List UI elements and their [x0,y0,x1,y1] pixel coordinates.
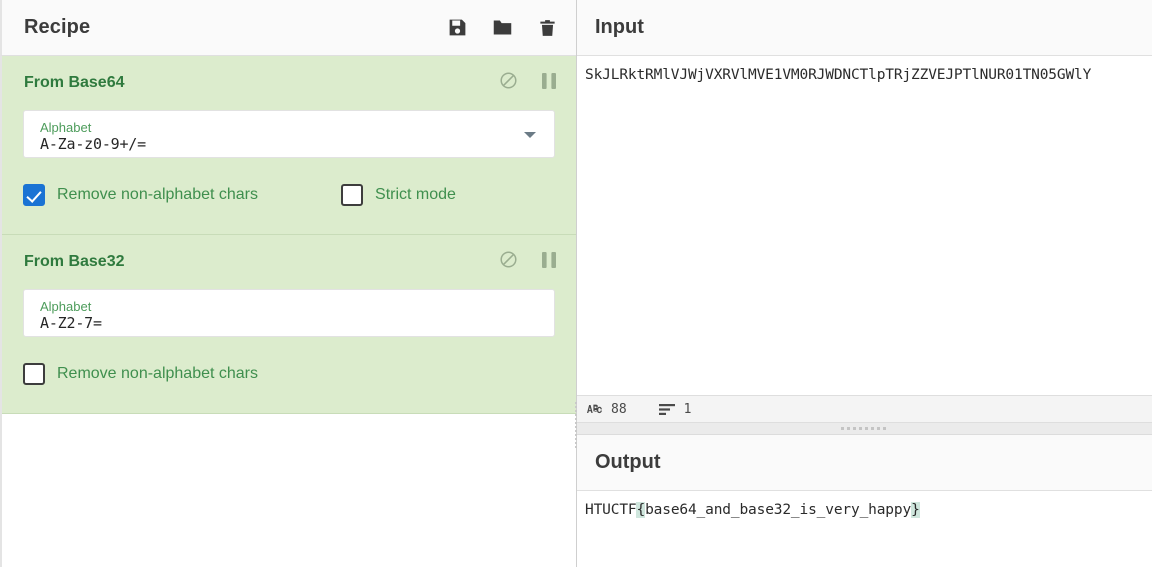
breakpoint-button[interactable] [539,72,558,94]
output-body: base64_and_base32_is_very_happy [645,502,912,518]
output-title: Output [595,451,661,473]
output-open-brace: { [636,502,646,518]
checkbox-box[interactable] [23,363,45,385]
operation-title: From Base32 [24,253,125,270]
checkbox-label: Remove non-alphabet chars [57,365,259,382]
alphabet-input-base32[interactable]: Alphabet A-Z2-7= [23,289,555,337]
recipe-operation-from-base32[interactable]: From Base32 Alphabet A-Z2-7= Remove non-… [2,235,576,414]
splitter-grip [840,427,889,430]
recipe-title-bar: Recipe [0,0,576,56]
input-length-value: 88 [611,401,627,417]
pause-icon [541,72,556,94]
page-title: Recipe [24,16,91,38]
checkbox-box[interactable] [23,184,45,206]
recipe-operation-from-base64[interactable]: From Base64 Alphabet A-Za-z0-9+/= Remove… [2,56,576,235]
output-close-brace: } [911,502,920,518]
pause-icon [541,251,556,273]
checkbox-remove-non-alphabet-chars-base32[interactable]: Remove non-alphabet chars [23,363,258,385]
recipe-io-splitter[interactable] [574,0,578,567]
operation-body: Alphabet A-Z2-7= Remove non-alphabet cha… [2,289,576,413]
input-section: Input SkJLRktRMlVJWjVXRVlMVE1VM0RJWDNCTl… [577,0,1152,423]
disable-operation-button[interactable] [499,71,518,95]
abc-icon [587,404,602,414]
checkbox-remove-non-alphabet-chars-base64[interactable]: Remove non-alphabet chars [23,184,258,206]
operation-controls [499,71,558,95]
folder-icon [491,17,514,38]
ban-icon [499,71,518,95]
breakpoint-button[interactable] [539,251,558,273]
operation-header: From Base64 [2,56,576,110]
input-title: Input [595,16,644,38]
operation-body: Alphabet A-Za-z0-9+/= Remove non-alphabe… [2,110,576,234]
input-output-splitter[interactable] [577,423,1152,435]
cyberchef-app: Recipe From Base64 Alphabet A-Za-z0-9+/=… [0,0,1152,567]
field-label: Alphabet [40,119,92,135]
lines-icon [658,403,675,415]
load-recipe-button[interactable] [491,16,513,40]
checkbox-label: Strict mode [375,186,456,203]
recipe-toolbar [446,16,558,40]
checkbox-strict-mode[interactable]: Strict mode [341,184,456,206]
trash-icon [538,17,557,39]
input-textarea[interactable]: SkJLRktRMlVJWjVXRVlMVE1VM0RJWDNCTlpTRjZZ… [577,56,1152,395]
chevron-down-icon[interactable] [524,132,536,138]
output-section: Output HTUCTF{base64_and_base32_is_very_… [577,435,1152,567]
operation-title: From Base64 [24,74,125,91]
checkbox-row: Remove non-alphabet chars Strict mode [23,158,555,234]
alphabet-value[interactable]: A-Za-z0-9+/= [40,135,542,154]
recipe-panel: Recipe From Base64 Alphabet A-Za-z0-9+/=… [0,0,577,567]
checkbox-row: Remove non-alphabet chars [23,337,555,413]
input-lines-value: 1 [683,401,692,417]
save-icon [447,17,468,38]
checkbox-box[interactable] [341,184,364,206]
input-title-bar: Input [577,0,1152,56]
operation-header: From Base32 [2,235,576,289]
disable-operation-button[interactable] [499,250,518,274]
save-recipe-button[interactable] [446,16,468,40]
input-value[interactable]: SkJLRktRMlVJWjVXRVlMVE1VM0RJWDNCTlpTRjZZ… [585,64,1152,86]
clear-recipe-button[interactable] [536,16,558,40]
ban-icon [499,250,518,274]
output-value: HTUCTF{base64_and_base32_is_very_happy} [585,499,1152,521]
checkbox-label: Remove non-alphabet chars [57,186,259,203]
input-lines-status: 1 [658,401,692,417]
io-panel: Input SkJLRktRMlVJWjVXRVlMVE1VM0RJWDNCTl… [577,0,1152,567]
operation-controls [499,250,558,274]
splitter-grip [575,402,577,448]
input-length-status: 88 [587,402,627,417]
alphabet-value[interactable]: A-Z2-7= [40,314,542,333]
input-status-bar: 88 1 [577,395,1152,423]
output-prefix: HTUCTF [585,502,637,518]
output-title-bar: Output [577,435,1152,491]
output-textarea[interactable]: HTUCTF{base64_and_base32_is_very_happy} [577,491,1152,567]
recipe-operation-list[interactable]: From Base64 Alphabet A-Za-z0-9+/= Remove… [0,56,576,567]
alphabet-dropdown-base64[interactable]: Alphabet A-Za-z0-9+/= [23,110,555,158]
field-label: Alphabet [40,298,92,314]
